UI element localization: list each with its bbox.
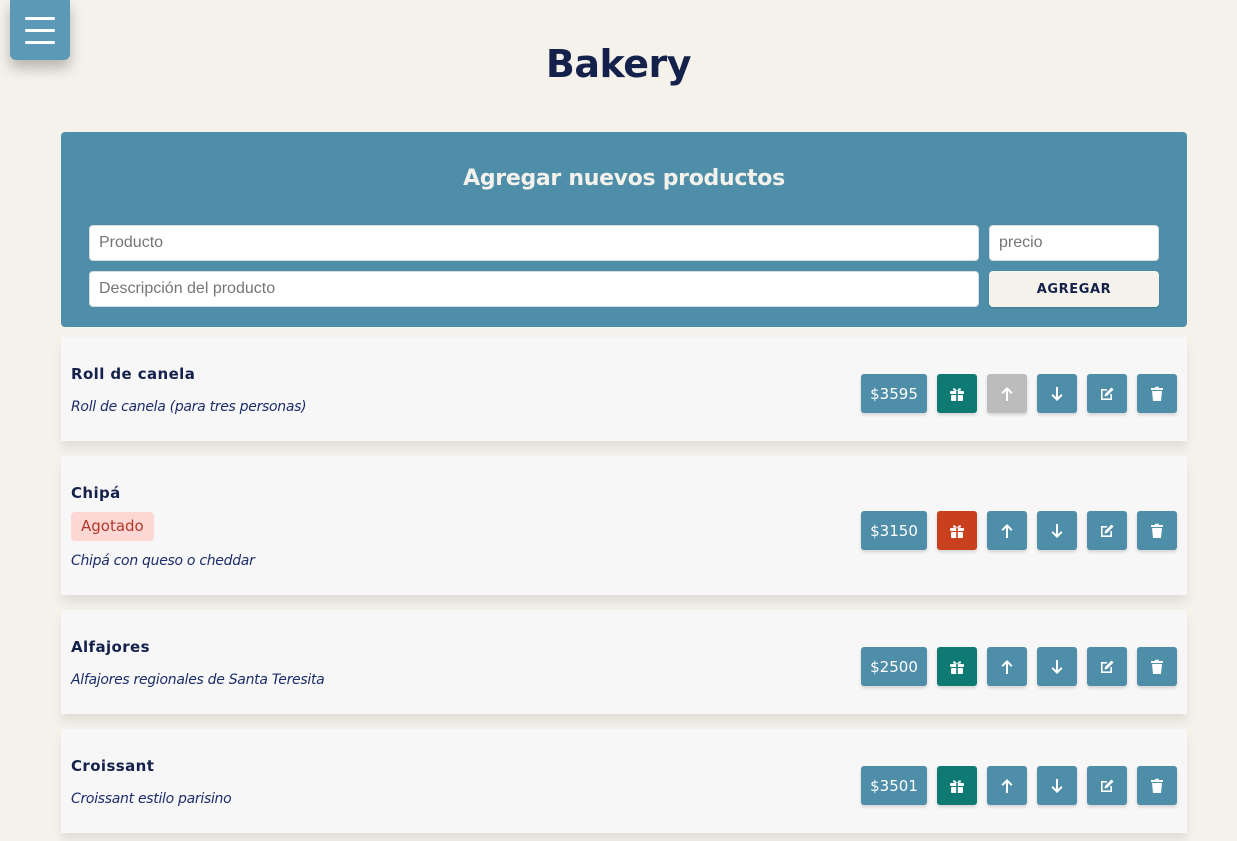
product-card: Alfajores Alfajores regionales de Santa … xyxy=(61,610,1187,714)
product-name: Croissant xyxy=(71,757,155,775)
move-down-button[interactable] xyxy=(1037,511,1077,550)
delete-button[interactable] xyxy=(1137,647,1177,686)
edit-button[interactable] xyxy=(1087,511,1127,550)
move-up-button[interactable] xyxy=(987,374,1027,413)
price-tag: $3595 xyxy=(861,374,927,413)
delete-button[interactable] xyxy=(1137,511,1177,550)
edit-button[interactable] xyxy=(1087,766,1127,805)
arrow-up-icon xyxy=(1001,778,1013,793)
pencil-square-icon xyxy=(1101,660,1114,673)
stock-toggle-button[interactable] xyxy=(937,374,977,413)
price-tag: $3150 xyxy=(861,511,927,550)
product-actions: $3501 xyxy=(861,766,1177,805)
product-name: Roll de canela xyxy=(71,365,196,383)
product-name-input[interactable] xyxy=(89,225,979,261)
stock-toggle-button[interactable] xyxy=(937,647,977,686)
trash-icon xyxy=(1151,659,1163,674)
trash-icon xyxy=(1151,523,1163,538)
gift-icon xyxy=(950,779,964,793)
product-actions: $3150 xyxy=(861,511,1177,550)
arrow-down-icon xyxy=(1051,778,1063,793)
product-description: Roll de canela (para tres personas) xyxy=(71,399,307,415)
edit-button[interactable] xyxy=(1087,647,1127,686)
product-description: Alfajores regionales de Santa Teresita xyxy=(71,672,325,688)
page-title: Bakery xyxy=(545,42,692,86)
hamburger-icon-line xyxy=(25,16,55,20)
move-down-button[interactable] xyxy=(1037,647,1077,686)
product-card: Chipá Agotado Chipá con queso o cheddar … xyxy=(61,456,1187,595)
delete-button[interactable] xyxy=(1137,374,1177,413)
arrow-down-icon xyxy=(1051,659,1063,674)
arrow-down-icon xyxy=(1051,523,1063,538)
add-product-panel: Agregar nuevos productos AGREGAR xyxy=(61,132,1187,327)
add-product-title: Agregar nuevos productos xyxy=(463,166,785,191)
move-down-button[interactable] xyxy=(1037,766,1077,805)
product-description-input[interactable] xyxy=(89,271,979,307)
gift-icon xyxy=(950,524,964,538)
delete-button[interactable] xyxy=(1137,766,1177,805)
price-input[interactable] xyxy=(989,225,1159,261)
arrow-up-icon xyxy=(1001,386,1013,401)
product-name: Chipá xyxy=(71,484,121,502)
move-up-button[interactable] xyxy=(987,511,1027,550)
status-badge: Agotado xyxy=(71,512,154,541)
arrow-down-icon xyxy=(1051,386,1063,401)
stock-toggle-button[interactable] xyxy=(937,766,977,805)
product-description: Croissant estilo parisino xyxy=(71,791,232,807)
product-description: Chipá con queso o cheddar xyxy=(71,553,255,569)
product-actions: $2500 xyxy=(861,647,1177,686)
edit-button[interactable] xyxy=(1087,374,1127,413)
move-up-button[interactable] xyxy=(987,647,1027,686)
stock-toggle-button[interactable] xyxy=(937,511,977,550)
pencil-square-icon xyxy=(1101,524,1114,537)
gift-icon xyxy=(950,387,964,401)
add-product-button[interactable]: AGREGAR xyxy=(989,271,1159,307)
product-card: Croissant Croissant estilo parisino $350… xyxy=(61,729,1187,833)
product-card: Roll de canela Roll de canela (para tres… xyxy=(61,337,1187,441)
pencil-square-icon xyxy=(1101,779,1114,792)
arrow-up-icon xyxy=(1001,523,1013,538)
price-tag: $3501 xyxy=(861,766,927,805)
product-actions: $3595 xyxy=(861,374,1177,413)
pencil-square-icon xyxy=(1101,387,1114,400)
gift-icon xyxy=(950,660,964,674)
hamburger-icon-line xyxy=(25,28,55,32)
arrow-up-icon xyxy=(1001,659,1013,674)
move-down-button[interactable] xyxy=(1037,374,1077,413)
move-up-button[interactable] xyxy=(987,766,1027,805)
product-name: Alfajores xyxy=(71,638,150,656)
trash-icon xyxy=(1151,778,1163,793)
trash-icon xyxy=(1151,386,1163,401)
price-tag: $2500 xyxy=(861,647,927,686)
